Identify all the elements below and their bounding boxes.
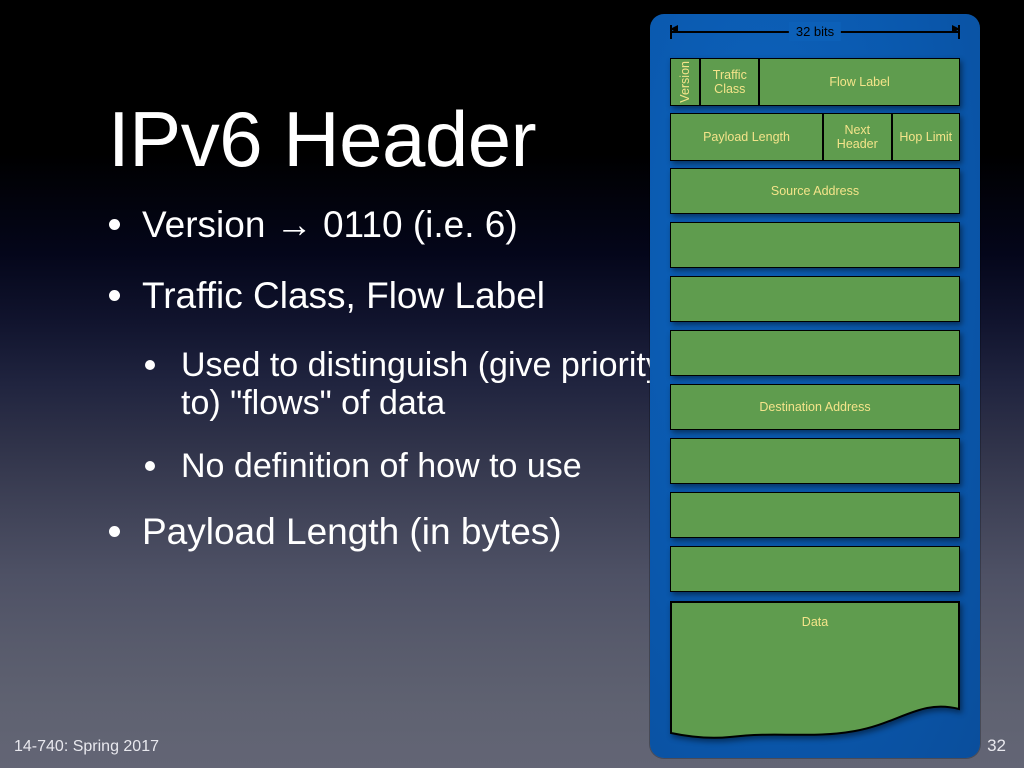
- slide-canvas: IPv6 Header Version → 0110 (i.e. 6) Traff…: [0, 0, 1024, 768]
- ipv6-header-diagram: 32 bits Version Traffic Class Flow Label Pa…: [650, 14, 980, 758]
- page-title: IPv6 Header: [108, 95, 537, 184]
- header-field-cell: [670, 330, 960, 376]
- header-field-label: Traffic Class: [712, 67, 747, 96]
- bullet-dot-icon: [109, 290, 120, 302]
- bullet-text: Traffic Class, Flow Label: [142, 275, 546, 317]
- header-field-row: Version Traffic Class Flow Label: [670, 58, 960, 106]
- header-field-cell: [670, 546, 960, 592]
- bullet-dot-icon: [109, 525, 120, 537]
- bullet-item: Traffic Class, Flow Label: [104, 276, 664, 315]
- header-field-label: Hop Limit: [899, 129, 953, 144]
- header-field-row: Payload Length Next Header Hop Limit: [670, 113, 960, 161]
- header-field-row: [670, 330, 960, 376]
- header-field-cell: Traffic Class: [700, 58, 760, 106]
- header-field-row: [670, 438, 960, 484]
- bullet-dot-icon: [145, 461, 155, 472]
- header-field-row: [670, 492, 960, 538]
- header-field-label: Next Header: [836, 122, 878, 151]
- header-field-label: Destination Address: [759, 399, 871, 414]
- header-field-label: Source Address: [770, 183, 860, 198]
- footer-course-label: 14-740: Spring 2017: [14, 738, 159, 755]
- header-field-row: Source Address: [670, 168, 960, 214]
- header-field-cell: Hop Limit: [891, 113, 960, 161]
- header-field-label: Version: [678, 61, 693, 103]
- bullet-dot-icon: [145, 360, 155, 371]
- header-field-row: [670, 546, 960, 592]
- data-field: Data: [670, 601, 960, 741]
- ruler-label: 32 bits: [788, 22, 842, 41]
- header-field-cell: [670, 438, 960, 484]
- bullet-item: Used to distinguish (give priority to) "…: [135, 347, 664, 422]
- header-field-row: Destination Address: [670, 384, 960, 430]
- header-field-cell: [670, 222, 960, 268]
- bit-width-ruler: 32 bits: [670, 22, 960, 42]
- page-number: 32: [987, 736, 1006, 755]
- ruler-right-arrow-icon: [952, 25, 960, 33]
- bullet-text: No definition of how to use: [181, 447, 582, 486]
- header-field-cell: Flow Label: [759, 58, 960, 106]
- header-field-label: Payload Length: [703, 129, 790, 144]
- bullet-item: Payload Length (in bytes): [104, 510, 664, 552]
- ruler-left-arrow-icon: [670, 25, 678, 33]
- bullet-list: Version → 0110 (i.e. 6) Traffic Class, Fl…: [104, 205, 664, 583]
- data-field-shape: [670, 601, 960, 739]
- header-field-row: [670, 276, 960, 322]
- bullet-item: Version → 0110 (i.e. 6): [104, 205, 664, 244]
- header-field-cell: Destination Address: [670, 384, 960, 430]
- header-field-cell: Version: [670, 58, 701, 106]
- header-field-row: [670, 222, 960, 268]
- header-field-cell: [670, 276, 960, 322]
- bullet-dot-icon: [109, 219, 120, 230]
- bullet-text: Version → 0110 (i.e. 6): [142, 204, 518, 245]
- header-field-cell: [670, 492, 960, 538]
- bullet-text: Used to distinguish (give priority to) "…: [181, 346, 663, 422]
- bullet-text: Payload Length (in bytes): [142, 510, 562, 552]
- header-field-cell: Source Address: [670, 168, 960, 214]
- header-field-label: Flow Label: [829, 74, 890, 89]
- header-field-cell: Next Header: [823, 113, 892, 161]
- bullet-item: No definition of how to use: [135, 447, 664, 486]
- header-field-cell: Payload Length: [670, 113, 824, 161]
